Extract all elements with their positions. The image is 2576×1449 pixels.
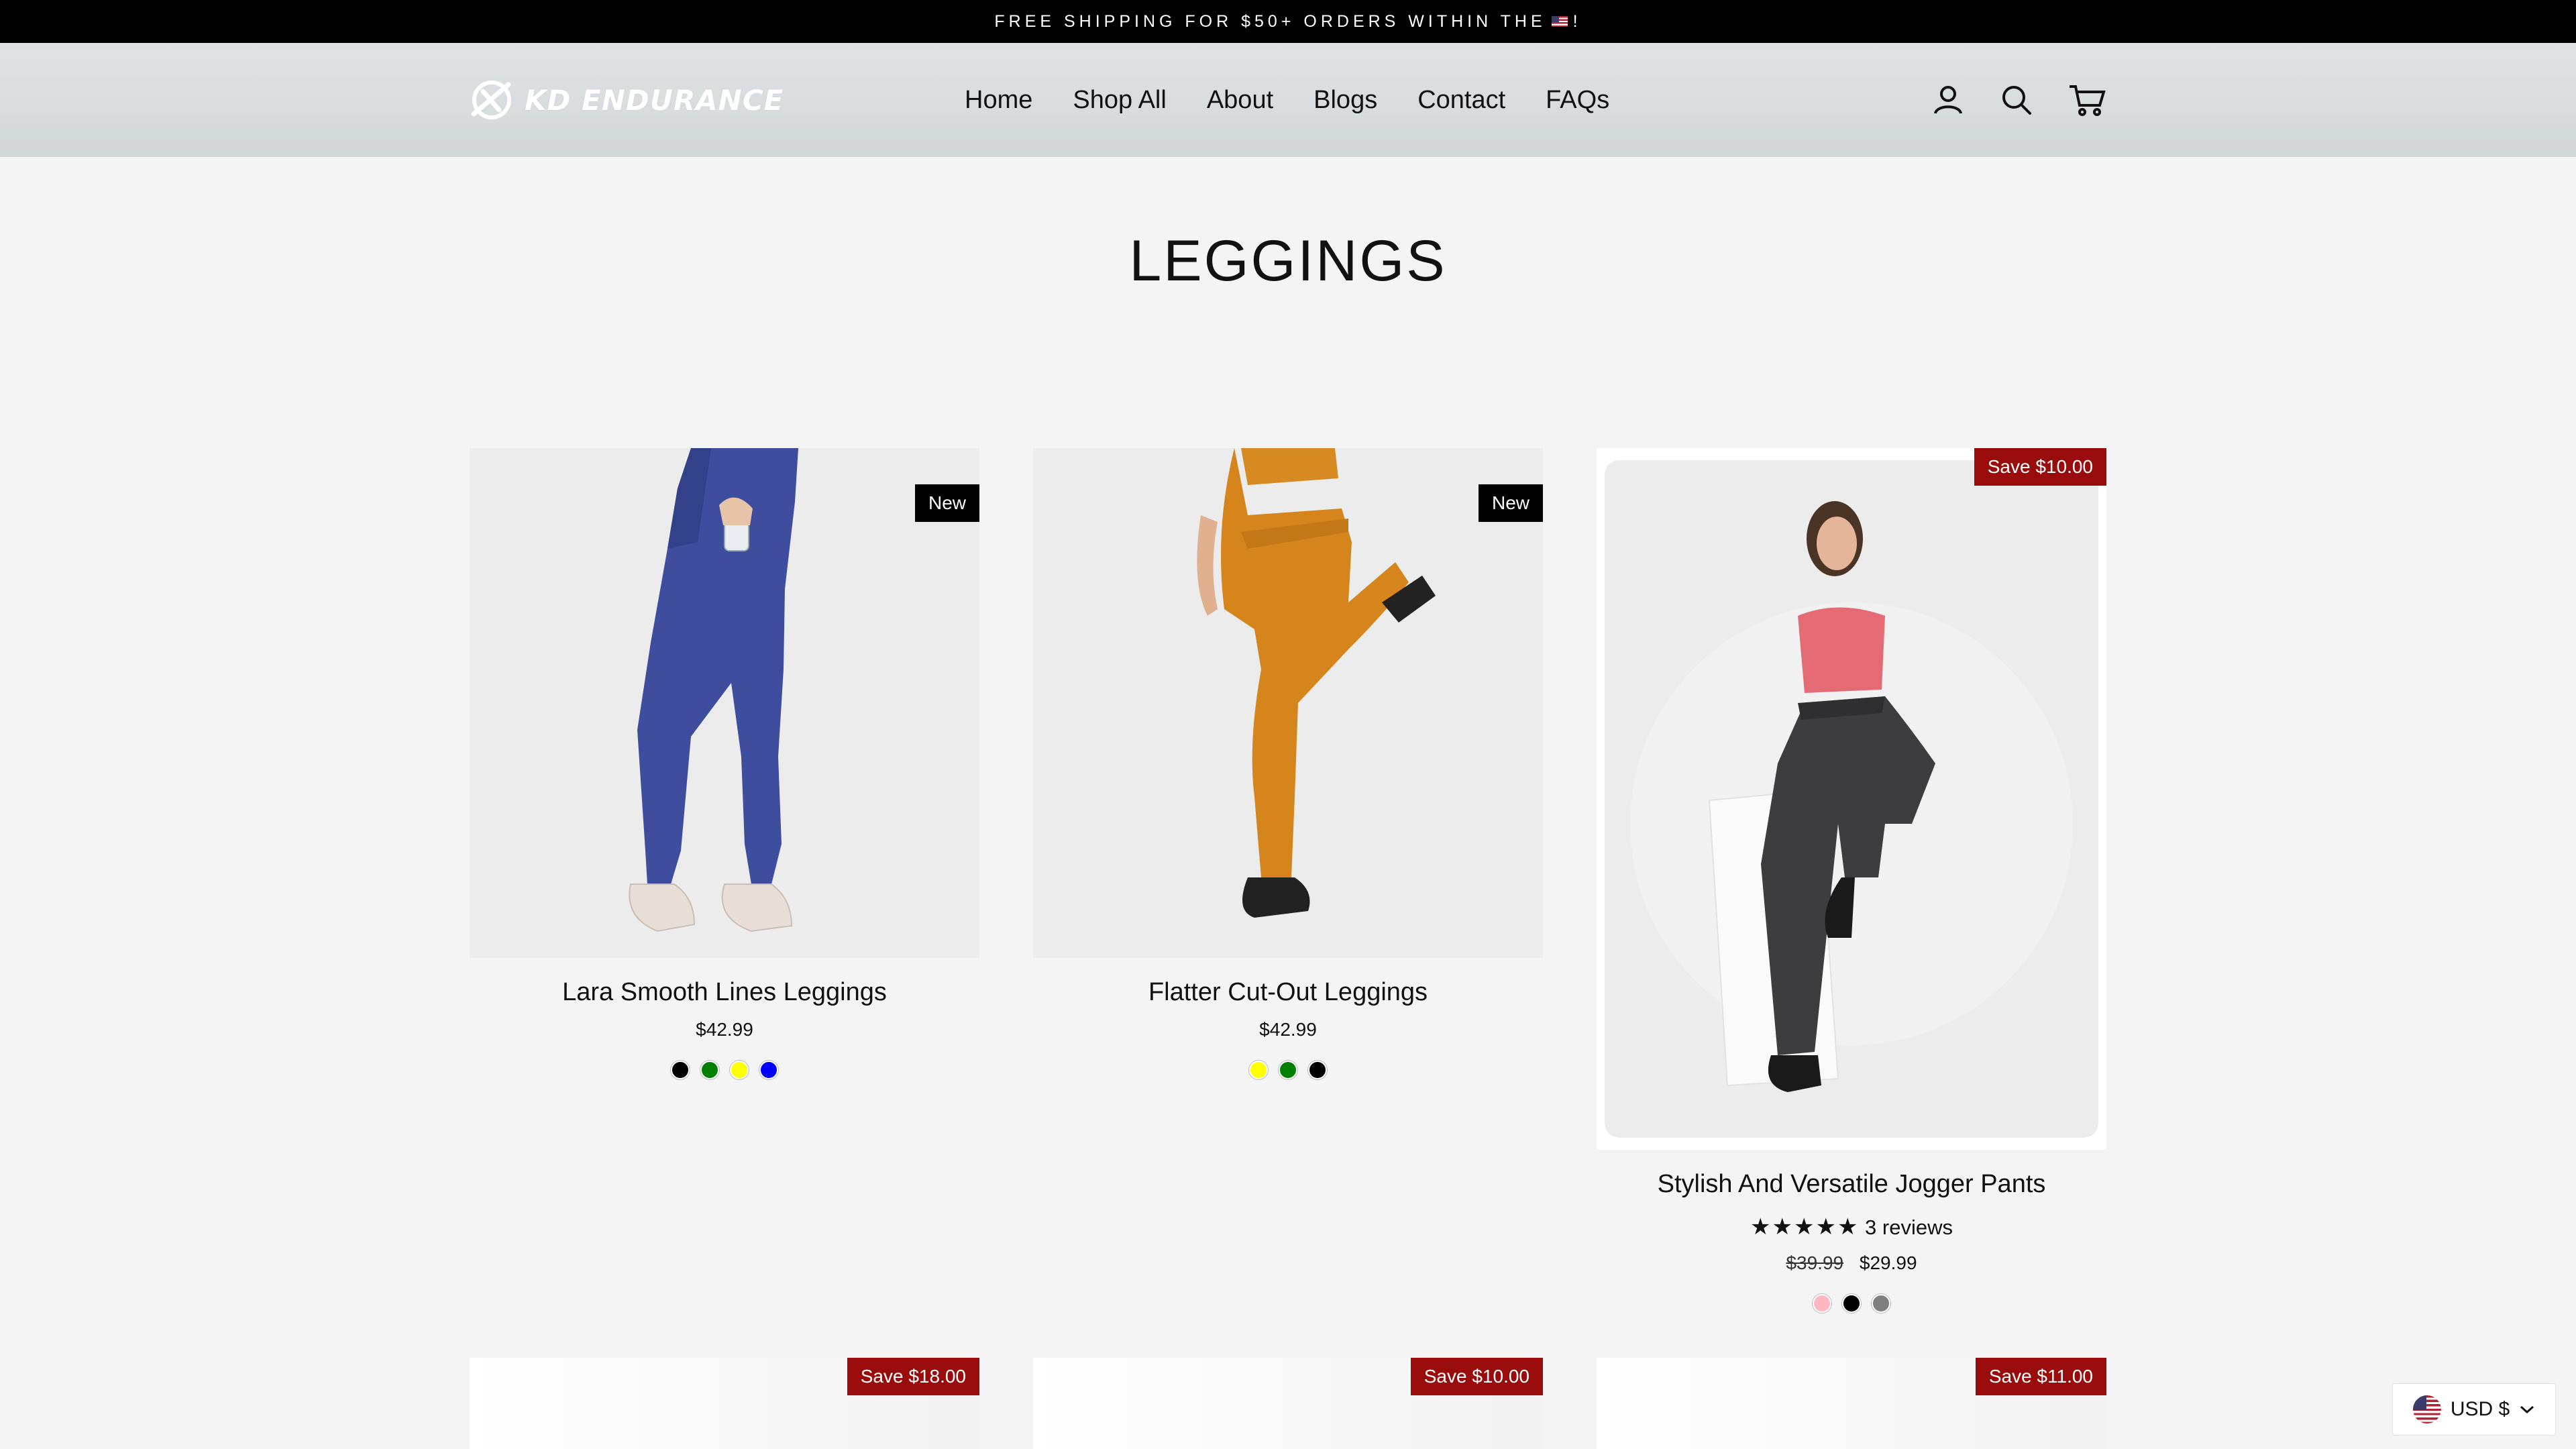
product-image[interactable]: Save $18.00 — [470, 1358, 979, 1449]
product-card[interactable]: Save $10.00 Stylish And Versatile Jogger… — [1597, 448, 2106, 1313]
leggings-photo-blue — [470, 448, 979, 958]
nav-shop-all[interactable]: Shop All — [1073, 86, 1166, 115]
logo[interactable]: KD ENDURANCE — [470, 78, 784, 122]
site-header: KD ENDURANCE Home Shop All About Blogs C… — [0, 43, 2576, 157]
product-price: $39.99 $29.99 — [1597, 1252, 2106, 1274]
nav-blogs[interactable]: Blogs — [1313, 86, 1377, 115]
announcement-bar: FREE SHIPPING FOR $50+ ORDERS WITHIN THE… — [0, 0, 2576, 43]
swatch-yellow[interactable] — [1249, 1061, 1268, 1079]
header-actions — [1931, 43, 2106, 157]
swatch-green[interactable] — [1279, 1061, 1297, 1079]
logo-mark-icon — [471, 80, 511, 119]
product-card[interactable]: Save $11.00 — [1597, 1358, 2106, 1449]
star-rating-icon: ★★★★★ — [1750, 1214, 1860, 1240]
product-card[interactable]: New Lara Smooth Lines Leggings $42.99 — [470, 448, 979, 1079]
product-name[interactable]: Stylish And Versatile Jogger Pants — [1597, 1170, 2106, 1199]
announcement-suffix: ! — [1572, 11, 1582, 31]
new-badge: New — [1478, 484, 1543, 522]
review-count: 3 reviews — [1865, 1216, 1953, 1239]
swatch-black[interactable] — [1308, 1061, 1327, 1079]
save-badge: Save $10.00 — [1410, 1358, 1543, 1395]
color-swatches — [1597, 1294, 2106, 1313]
search-icon[interactable] — [1999, 83, 2034, 117]
product-card[interactable]: New Flatter Cut-Out Leggings $42.99 — [1033, 448, 1543, 1079]
product-price: $42.99 — [1259, 1019, 1317, 1040]
chevron-down-icon — [2520, 1405, 2534, 1414]
product-image[interactable]: Save $10.00 — [1597, 448, 2106, 1150]
save-badge: Save $10.00 — [1974, 448, 2106, 486]
product-name[interactable]: Lara Smooth Lines Leggings — [470, 978, 979, 1007]
nav-faqs[interactable]: FAQs — [1546, 86, 1609, 115]
account-icon[interactable] — [1931, 83, 1966, 117]
product-image[interactable]: Save $11.00 — [1597, 1358, 2106, 1449]
nav-about[interactable]: About — [1207, 86, 1273, 115]
swatch-yellow[interactable] — [730, 1061, 749, 1079]
product-price: $42.99 — [696, 1019, 753, 1040]
cart-icon[interactable] — [2068, 83, 2106, 117]
leggings-photo-orange — [1033, 448, 1543, 958]
jogger-pants-photo — [1597, 448, 2106, 1150]
swatch-gray[interactable] — [1872, 1294, 1890, 1313]
product-card[interactable]: Save $18.00 — [470, 1358, 979, 1449]
logo-text: KD ENDURANCE — [525, 83, 784, 117]
us-flag-icon — [2412, 1395, 2441, 1424]
currency-label: USD $ — [2450, 1398, 2510, 1420]
swatch-pink[interactable] — [1813, 1294, 1831, 1313]
nav-home[interactable]: Home — [965, 86, 1032, 115]
save-badge: Save $18.00 — [847, 1358, 979, 1395]
main-nav: Home Shop All About Blogs Contact FAQs — [965, 43, 1609, 157]
new-badge: New — [914, 484, 979, 522]
sale-price: $29.99 — [1859, 1252, 1917, 1273]
product-rating[interactable]: ★★★★★ 3 reviews — [1597, 1214, 2106, 1240]
nav-contact[interactable]: Contact — [1417, 86, 1505, 115]
color-swatches — [1033, 1061, 1543, 1079]
swatch-black[interactable] — [671, 1061, 690, 1079]
currency-selector[interactable]: USD $ — [2392, 1383, 2556, 1436]
us-flag-icon — [1551, 16, 1568, 27]
swatch-black[interactable] — [1842, 1294, 1861, 1313]
product-card[interactable]: Save $10.00 — [1033, 1358, 1543, 1449]
color-swatches — [470, 1061, 979, 1079]
product-name[interactable]: Flatter Cut-Out Leggings — [1033, 978, 1543, 1007]
product-image[interactable]: Save $10.00 — [1033, 1358, 1543, 1449]
original-price: $39.99 — [1786, 1252, 1844, 1273]
page-title: LEGGINGS — [1129, 229, 1447, 293]
save-badge: Save $11.00 — [1975, 1358, 2106, 1395]
swatch-green[interactable] — [700, 1061, 719, 1079]
product-image[interactable]: New — [1033, 448, 1543, 958]
product-image[interactable]: New — [470, 448, 979, 958]
announcement-text: FREE SHIPPING FOR $50+ ORDERS WITHIN THE — [994, 11, 1546, 31]
swatch-blue[interactable] — [759, 1061, 778, 1079]
